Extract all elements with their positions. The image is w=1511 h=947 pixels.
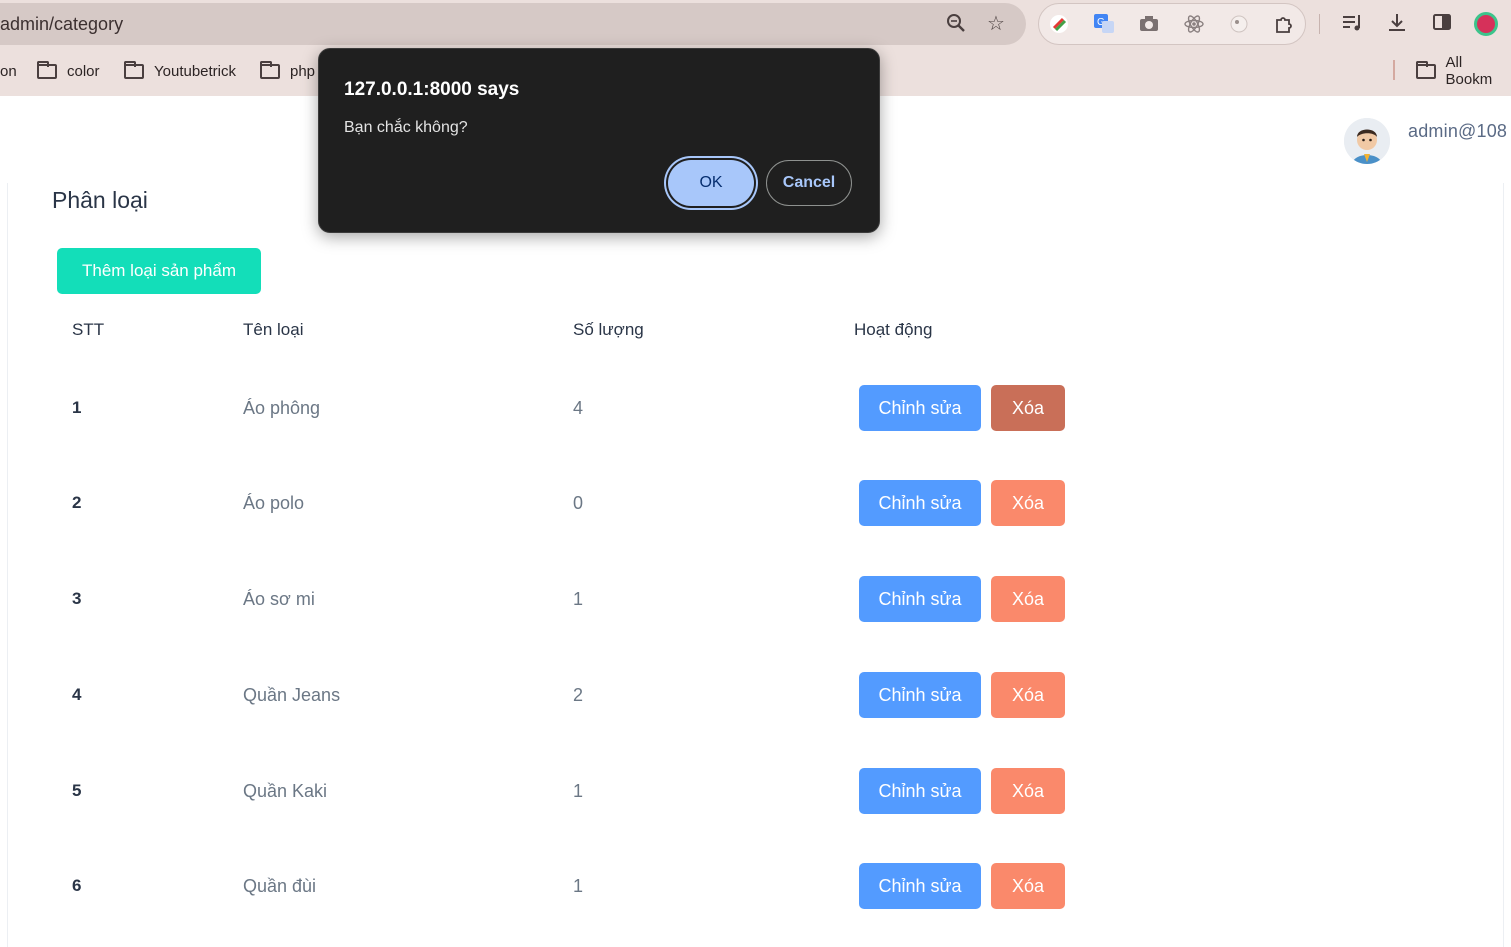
star-icon[interactable]: ☆: [984, 12, 1008, 36]
delete-button[interactable]: Xóa: [991, 480, 1065, 526]
add-category-button[interactable]: Thêm loại sản phẩm: [57, 248, 261, 294]
bookmark-label: php: [290, 62, 316, 80]
address-bar[interactable]: admin/category ☆: [0, 3, 1026, 45]
column-header-stt: STT: [72, 320, 105, 339]
cancel-button[interactable]: Cancel: [766, 160, 852, 206]
column-header-actions: Hoạt động: [854, 320, 933, 339]
all-bookmarks[interactable]: All Bookm: [1416, 54, 1511, 88]
table-row: 2 Áo polo 0 Chỉnh sửa Xóa: [0, 473, 1511, 533]
edit-button[interactable]: Chỉnh sửa: [859, 863, 981, 909]
puzzle-icon[interactable]: [1272, 13, 1296, 37]
side-panel-icon[interactable]: [1430, 11, 1454, 35]
cell-quantity: 4: [573, 398, 584, 418]
table-row: 5 Quần Kaki 1 Chỉnh sửa Xóa: [0, 761, 1511, 821]
delete-button[interactable]: Xóa: [991, 863, 1065, 909]
bookmark-label: color: [67, 62, 100, 80]
confirm-dialog: 127.0.0.1:8000 says Bạn chắc không? OK C…: [318, 48, 880, 233]
profile-avatar-icon[interactable]: [1474, 12, 1498, 36]
column-header-quantity: Số lượng: [573, 320, 644, 339]
cell-name: Áo sơ mi: [243, 589, 315, 609]
cell-name: Quần đùi: [243, 876, 317, 896]
url-text[interactable]: admin/category: [0, 14, 123, 35]
cell-name: Quần Kaki: [243, 781, 328, 801]
bookmark-item[interactable]: on: [0, 60, 17, 82]
bookmarks-divider: [1393, 60, 1395, 80]
card-border-left: [7, 183, 8, 947]
extension-bubble-icon[interactable]: [1227, 13, 1251, 37]
edit-button[interactable]: Chỉnh sửa: [859, 672, 981, 718]
cell-quantity: 2: [573, 685, 584, 705]
username[interactable]: admin@108: [1408, 121, 1507, 142]
bookmark-folder-youtubetrick[interactable]: Youtubetrick: [124, 60, 236, 82]
dialog-title: 127.0.0.1:8000 says: [344, 79, 520, 100]
bookmark-label: Youtubetrick: [154, 62, 237, 80]
bookmark-label: on: [0, 62, 17, 80]
folder-icon: [37, 60, 57, 79]
extension-colorful-icon[interactable]: [1047, 13, 1071, 37]
zoom-icon[interactable]: [944, 12, 968, 36]
cell-stt: 3: [72, 589, 82, 608]
cell-stt: 2: [72, 493, 82, 512]
cell-name: Áo polo: [243, 493, 305, 513]
bookmark-folder-php[interactable]: php: [260, 60, 315, 82]
cell-quantity: 1: [573, 589, 584, 609]
card-border-right: [1503, 183, 1504, 947]
cell-quantity: 1: [573, 876, 584, 896]
edit-button[interactable]: Chỉnh sửa: [859, 385, 981, 431]
table-row: 4 Quần Jeans 2 Chỉnh sửa Xóa: [0, 665, 1511, 725]
bookmark-label: All Bookm: [1445, 54, 1493, 88]
cell-stt: 1: [72, 398, 82, 417]
folder-icon: [260, 60, 280, 79]
page-title: Phân loại: [52, 187, 148, 213]
camera-icon[interactable]: [1137, 13, 1161, 37]
edit-button[interactable]: Chỉnh sửa: [859, 480, 981, 526]
ok-button[interactable]: OK: [668, 160, 754, 206]
delete-button[interactable]: Xóa: [991, 768, 1065, 814]
extensions-group: G: [1038, 3, 1306, 45]
delete-button[interactable]: Xóa: [991, 385, 1065, 431]
cell-stt: 4: [72, 685, 82, 704]
cell-stt: 5: [72, 781, 82, 800]
download-icon[interactable]: [1385, 11, 1409, 35]
bookmark-folder-color[interactable]: color: [37, 60, 100, 82]
folder-icon: [124, 60, 144, 79]
cell-stt: 6: [72, 876, 82, 895]
column-header-name: Tên loại: [243, 320, 304, 339]
dialog-message: Bạn chắc không?: [344, 119, 468, 136]
reading-list-icon[interactable]: [1340, 11, 1364, 35]
toolbar-divider: [1319, 14, 1320, 34]
table-row: 1 Áo phông 4 Chỉnh sửa Xóa: [0, 378, 1511, 438]
cell-quantity: 0: [573, 493, 584, 513]
avatar[interactable]: [1344, 118, 1390, 164]
cell-name: Quần Jeans: [243, 685, 341, 705]
edit-button[interactable]: Chỉnh sửa: [859, 576, 981, 622]
delete-button[interactable]: Xóa: [991, 576, 1065, 622]
edit-button[interactable]: Chỉnh sửa: [859, 768, 981, 814]
cell-name: Áo phông: [243, 398, 321, 418]
table-row: 3 Áo sơ mi 1 Chỉnh sửa Xóa: [0, 569, 1511, 629]
table-row: 6 Quần đùi 1 Chỉnh sửa Xóa: [0, 856, 1511, 916]
delete-button[interactable]: Xóa: [991, 672, 1065, 718]
react-devtools-icon[interactable]: [1182, 13, 1206, 37]
translate-icon[interactable]: G: [1092, 13, 1116, 37]
cell-quantity: 1: [573, 781, 584, 801]
folder-icon: [1416, 60, 1436, 79]
